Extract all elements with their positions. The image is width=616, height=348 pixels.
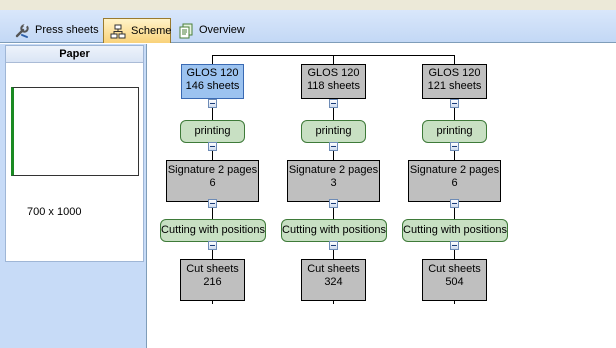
process-node-printing[interactable]: printing (301, 120, 366, 143)
node-title: GLOS 120 (307, 67, 360, 79)
process-node-printing[interactable]: printing (422, 120, 487, 143)
sheet-node[interactable]: GLOS 120 146 sheets (181, 64, 244, 99)
scheme-canvas: GLOS 120 146 sheets printing Signature 2… (148, 44, 616, 348)
node-label: Cutting with positions (282, 224, 386, 236)
collapse-toggle[interactable] (450, 199, 459, 208)
process-node-printing[interactable]: printing (180, 120, 245, 143)
collapse-toggle[interactable] (329, 142, 338, 151)
node-count: 146 sheets (185, 80, 240, 92)
node-label: printing (315, 125, 352, 137)
node-title: Cut sheets (428, 263, 481, 275)
signature-node[interactable]: Signature 2 pages 6 (408, 160, 501, 202)
process-node-cutting[interactable]: Cutting with positions (281, 219, 387, 242)
node-count: 3 (330, 177, 337, 189)
sheet-node[interactable]: GLOS 120 121 sheets (422, 64, 487, 99)
paper-panel-title: Paper (6, 46, 143, 63)
tab-label: Scheme (131, 25, 172, 37)
node-title: Cut sheets (307, 263, 360, 275)
node-title: Signature 2 pages (167, 164, 258, 176)
network-icon (110, 24, 126, 39)
node-title: Cut sheets (186, 263, 239, 275)
node-title: Signature 2 pages (409, 164, 500, 176)
paper-panel: Paper 700 x 1000 (0, 44, 147, 348)
node-label: Cutting with positions (161, 224, 265, 236)
sheet-node[interactable]: GLOS 120 118 sheets (301, 64, 366, 99)
window-top-strip (0, 0, 616, 10)
node-count: 216 (203, 276, 222, 288)
node-title: GLOS 120 (186, 67, 239, 79)
pages-icon (179, 23, 193, 39)
node-title: GLOS 120 (428, 67, 481, 79)
collapse-toggle[interactable] (329, 99, 338, 108)
node-count: 118 sheets (306, 80, 360, 92)
paper-card[interactable]: Paper 700 x 1000 (5, 45, 144, 262)
node-label: printing (194, 125, 231, 137)
tab-bar: Press sheets Scheme Overview (0, 10, 616, 43)
signature-node[interactable]: Signature 2 pages 3 (287, 160, 380, 202)
node-count: 324 (324, 276, 343, 288)
tab-overview[interactable]: Overview (172, 18, 251, 43)
node-count: 504 (445, 276, 464, 288)
collapse-toggle[interactable] (329, 199, 338, 208)
tab-press-sheets[interactable]: Press sheets (8, 18, 105, 43)
node-count: 121 sheets (427, 80, 482, 92)
collapse-toggle[interactable] (450, 99, 459, 108)
collapse-toggle[interactable] (208, 142, 217, 151)
collapse-toggle[interactable] (208, 99, 217, 108)
wrench-icon (15, 23, 29, 38)
process-node-cutting[interactable]: Cutting with positions (402, 219, 508, 242)
node-count: 6 (451, 177, 458, 189)
collapse-toggle[interactable] (329, 241, 338, 250)
cut-sheets-node[interactable]: Cut sheets 216 (180, 259, 245, 301)
paper-preview (11, 87, 139, 176)
cut-sheets-node[interactable]: Cut sheets 324 (301, 259, 366, 301)
node-count: 6 (209, 177, 216, 189)
collapse-toggle[interactable] (450, 241, 459, 250)
collapse-toggle[interactable] (208, 199, 217, 208)
tab-label: Press sheets (35, 24, 99, 36)
tab-label: Overview (199, 24, 245, 36)
node-label: Cutting with positions (403, 224, 507, 236)
collapse-toggle[interactable] (208, 241, 217, 250)
node-title: Signature 2 pages (288, 164, 379, 176)
signature-node[interactable]: Signature 2 pages 6 (166, 160, 259, 202)
paper-size-label: 700 x 1000 (27, 206, 82, 218)
tab-scheme[interactable]: Scheme (103, 18, 171, 43)
cut-sheets-node[interactable]: Cut sheets 504 (422, 259, 487, 301)
node-label: printing (436, 125, 473, 137)
process-node-cutting[interactable]: Cutting with positions (160, 219, 266, 242)
collapse-toggle[interactable] (450, 142, 459, 151)
